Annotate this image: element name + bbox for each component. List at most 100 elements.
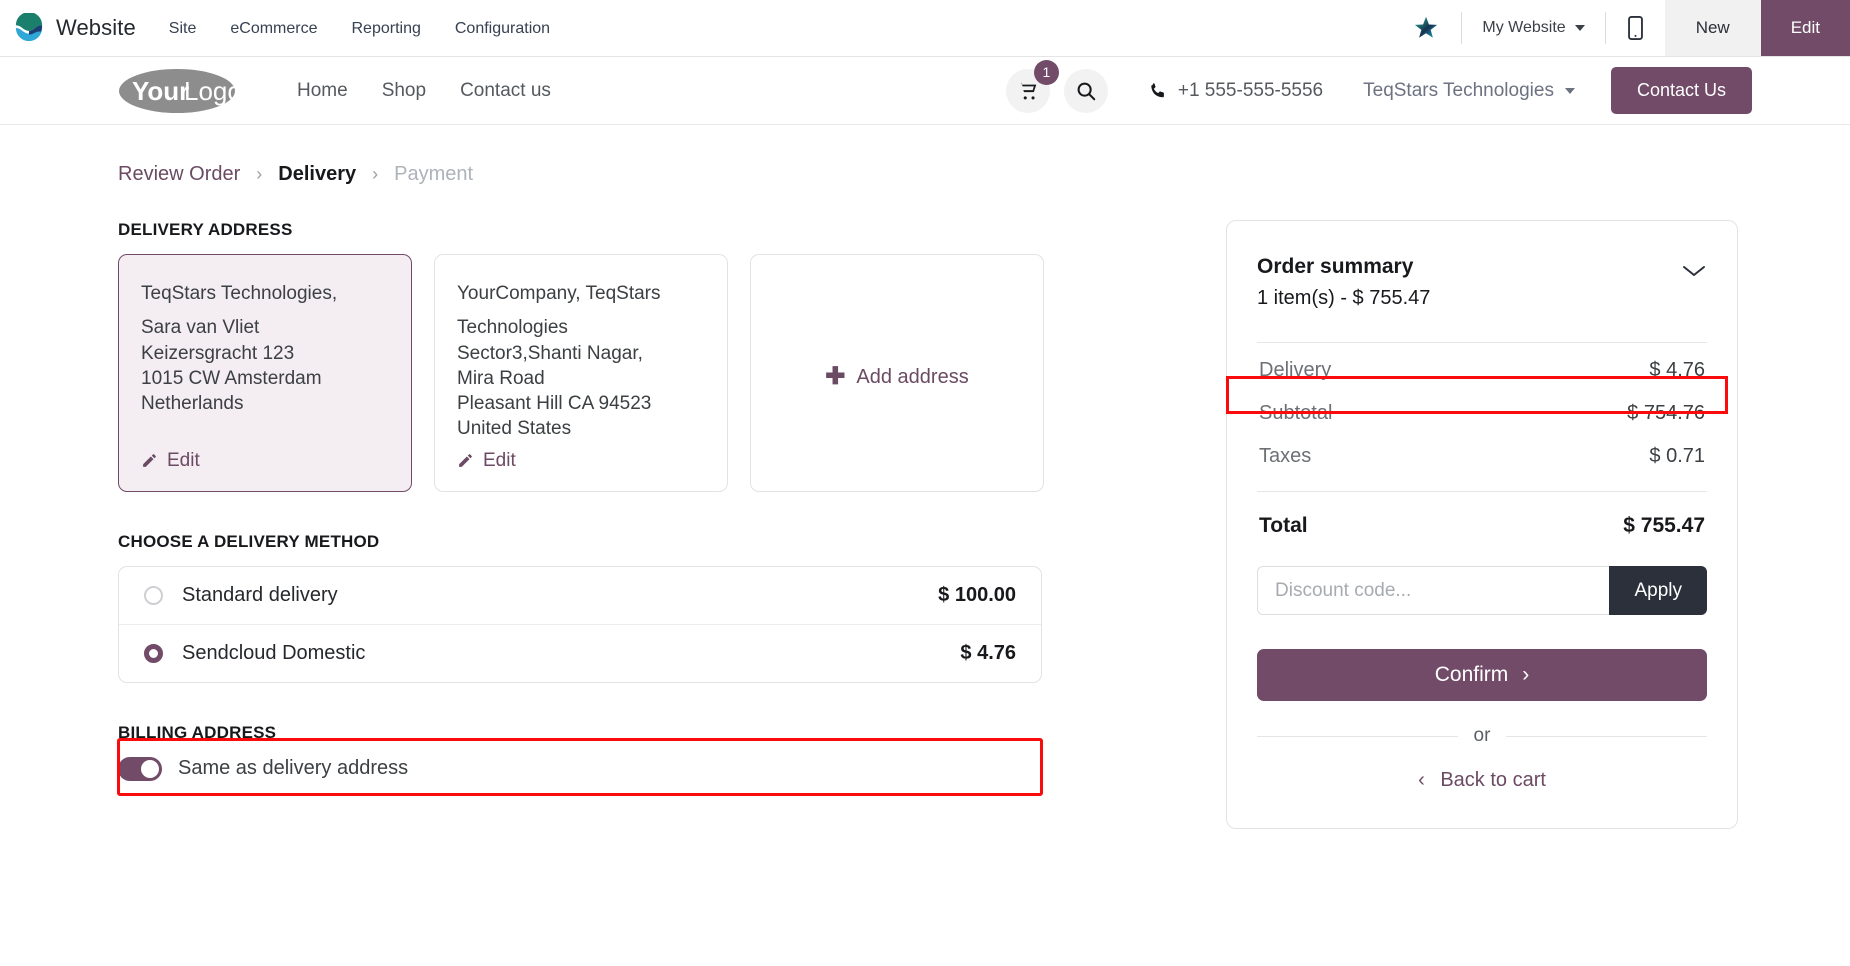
order-summary-header: Order summary 1 item(s) - $ 755.47 — [1257, 255, 1707, 310]
address-edit-link[interactable]: Edit — [141, 428, 389, 473]
delivery-method-list: Standard delivery $ 100.00 Sendcloud Dom… — [118, 565, 1042, 683]
toggle-knob — [141, 759, 159, 778]
address-card-selected[interactable]: TeqStars Technologies, Sara van Vliet Ke… — [118, 254, 412, 492]
radio-icon-selected[interactable] — [144, 643, 163, 663]
pencil-icon — [459, 453, 472, 467]
delivery-option-label: Sendcloud Domestic — [182, 641, 366, 664]
odoo-brand[interactable]: Website — [0, 0, 152, 56]
radio-icon[interactable] — [144, 585, 163, 605]
summary-line-value: $ 4.76 — [1649, 359, 1705, 381]
new-button[interactable]: New — [1664, 0, 1761, 56]
address-line: YourCompany, TeqStars — [457, 283, 661, 304]
edit-button[interactable]: Edit — [1760, 0, 1850, 56]
apply-discount-button[interactable]: Apply — [1609, 566, 1707, 615]
back-to-cart-label: Back to cart — [1440, 769, 1546, 791]
nav-link-shop[interactable]: Shop — [365, 80, 443, 102]
breadcrumb-review-order[interactable]: Review Order — [118, 163, 240, 186]
or-line-left — [1257, 735, 1458, 737]
summary-line-subtotal: Subtotal $ 754.76 — [1257, 392, 1707, 435]
summary-total-label: Total — [1259, 514, 1308, 537]
address-line: Technologies — [457, 317, 568, 339]
site-nav-right: 1 +1 555-555-5556 TeqStars Technologies … — [1005, 59, 1850, 114]
odoo-systray: My Website New Edit — [1391, 0, 1850, 56]
order-summary-panel: Order summary 1 item(s) - $ 755.47 Deliv… — [1226, 220, 1738, 829]
odoo-menu-configuration[interactable]: Configuration — [438, 0, 567, 57]
phone-icon — [1151, 82, 1164, 97]
delivery-option-sendcloud-domestic[interactable]: Sendcloud Domestic $ 4.76 — [119, 623, 1041, 682]
billing-address-section: BILLING ADDRESS Same as delivery address — [118, 723, 1168, 781]
chevron-down-icon — [1574, 25, 1585, 31]
order-summary-subtitle: 1 item(s) - $ 755.47 — [1257, 287, 1431, 309]
odoo-menu-reporting[interactable]: Reporting — [335, 0, 438, 57]
nav-link-home[interactable]: Home — [280, 80, 365, 102]
contact-us-button[interactable]: Contact Us — [1610, 67, 1752, 114]
confirm-button-label: Confirm — [1434, 663, 1509, 686]
checkout-layout: DELIVERY ADDRESS TeqStars Technologies, … — [118, 220, 1850, 829]
svg-text:Your: Your — [132, 76, 189, 106]
summary-line-label: Delivery — [1259, 359, 1332, 381]
or-line-right — [1506, 735, 1707, 737]
address-line: Mira Road — [457, 367, 545, 389]
summary-line-label: Taxes — [1259, 445, 1312, 467]
search-button[interactable] — [1063, 68, 1108, 113]
mobile-preview-button[interactable] — [1606, 0, 1665, 56]
or-label: or — [1473, 725, 1491, 746]
address-card[interactable]: YourCompany, TeqStars Technologies Secto… — [434, 254, 728, 492]
delivery-option-standard[interactable]: Standard delivery $ 100.00 — [119, 567, 1041, 624]
odoo-menu-ecommerce[interactable]: eCommerce — [213, 0, 334, 57]
breadcrumb-payment: Payment — [394, 163, 474, 185]
back-to-cart-link[interactable]: ‹ Back to cart — [1257, 769, 1707, 792]
phone-link[interactable]: +1 555-555-5556 — [1148, 80, 1323, 102]
breadcrumb-delivery: Delivery — [278, 163, 357, 185]
nav-link-contact-us[interactable]: Contact us — [443, 80, 568, 102]
summary-divider — [1257, 342, 1707, 343]
delivery-option-price: $ 100.00 — [938, 583, 1016, 606]
breadcrumb: Review Order › Delivery › Payment — [118, 125, 1850, 186]
chevron-left-icon: ‹ — [1418, 769, 1425, 791]
site-logo[interactable]: Your Logo — [118, 65, 236, 117]
address-line: United States — [457, 418, 572, 440]
summary-line-taxes: Taxes $ 0.71 — [1257, 435, 1707, 478]
same-as-delivery-row[interactable]: Same as delivery address — [118, 756, 1168, 781]
discount-row: Apply — [1257, 566, 1707, 615]
order-summary-title: Order summary — [1257, 255, 1414, 278]
order-summary-toggle-chevron[interactable] — [1681, 263, 1707, 284]
discount-code-input[interactable] — [1257, 566, 1610, 615]
search-icon — [1077, 82, 1096, 100]
website-navbar: Your Logo Home Shop Contact us 1 +1 555-… — [0, 57, 1850, 125]
website-selector-label: My Website — [1482, 19, 1566, 36]
cart-button[interactable]: 1 — [1005, 59, 1059, 113]
odoo-app-name: Website — [56, 15, 136, 40]
address-line: Pleasant Hill CA 94523 — [457, 393, 652, 415]
delivery-option-price: $ 4.76 — [960, 641, 1016, 664]
site-nav-links: Home Shop Contact us — [280, 80, 568, 102]
account-name: TeqStars Technologies — [1363, 79, 1554, 101]
address-line: 1015 CW Amsterdam — [141, 367, 322, 389]
delivery-method-title: CHOOSE A DELIVERY METHOD — [118, 531, 380, 551]
account-menu[interactable]: TeqStars Technologies — [1363, 80, 1575, 102]
summary-total-value: $ 755.47 — [1623, 514, 1705, 537]
star-icon[interactable] — [1391, 0, 1461, 56]
cart-count-badge: 1 — [1033, 59, 1059, 85]
add-address-label: Add address — [856, 365, 969, 388]
confirm-button[interactable]: Confirm › — [1257, 649, 1707, 701]
billing-address-title: BILLING ADDRESS — [118, 722, 277, 742]
website-selector[interactable]: My Website — [1462, 0, 1604, 56]
order-summary-column: Order summary 1 item(s) - $ 755.47 Deliv… — [1226, 220, 1738, 829]
delivery-method-section: CHOOSE A DELIVERY METHOD Standard delive… — [118, 532, 1168, 683]
plus-icon: ✚ — [825, 362, 846, 390]
address-edit-label: Edit — [167, 449, 200, 471]
same-as-delivery-toggle[interactable] — [118, 756, 162, 781]
address-edit-link[interactable]: Edit — [457, 442, 705, 473]
address-line: Netherlands — [141, 393, 244, 415]
summary-line-label: Subtotal — [1259, 402, 1333, 424]
odoo-menubar: Site eCommerce Reporting Configuration — [152, 0, 567, 56]
svg-text:Logo: Logo — [184, 76, 236, 106]
add-address-card[interactable]: ✚ Add address — [750, 254, 1044, 492]
chevron-right-icon: › — [1522, 663, 1530, 686]
chevron-down-icon — [1564, 87, 1575, 94]
delivery-address-title: DELIVERY ADDRESS — [118, 220, 293, 239]
breadcrumb-separator: › — [256, 164, 263, 184]
odoo-menu-site[interactable]: Site — [152, 0, 214, 57]
address-edit-label: Edit — [483, 449, 516, 471]
